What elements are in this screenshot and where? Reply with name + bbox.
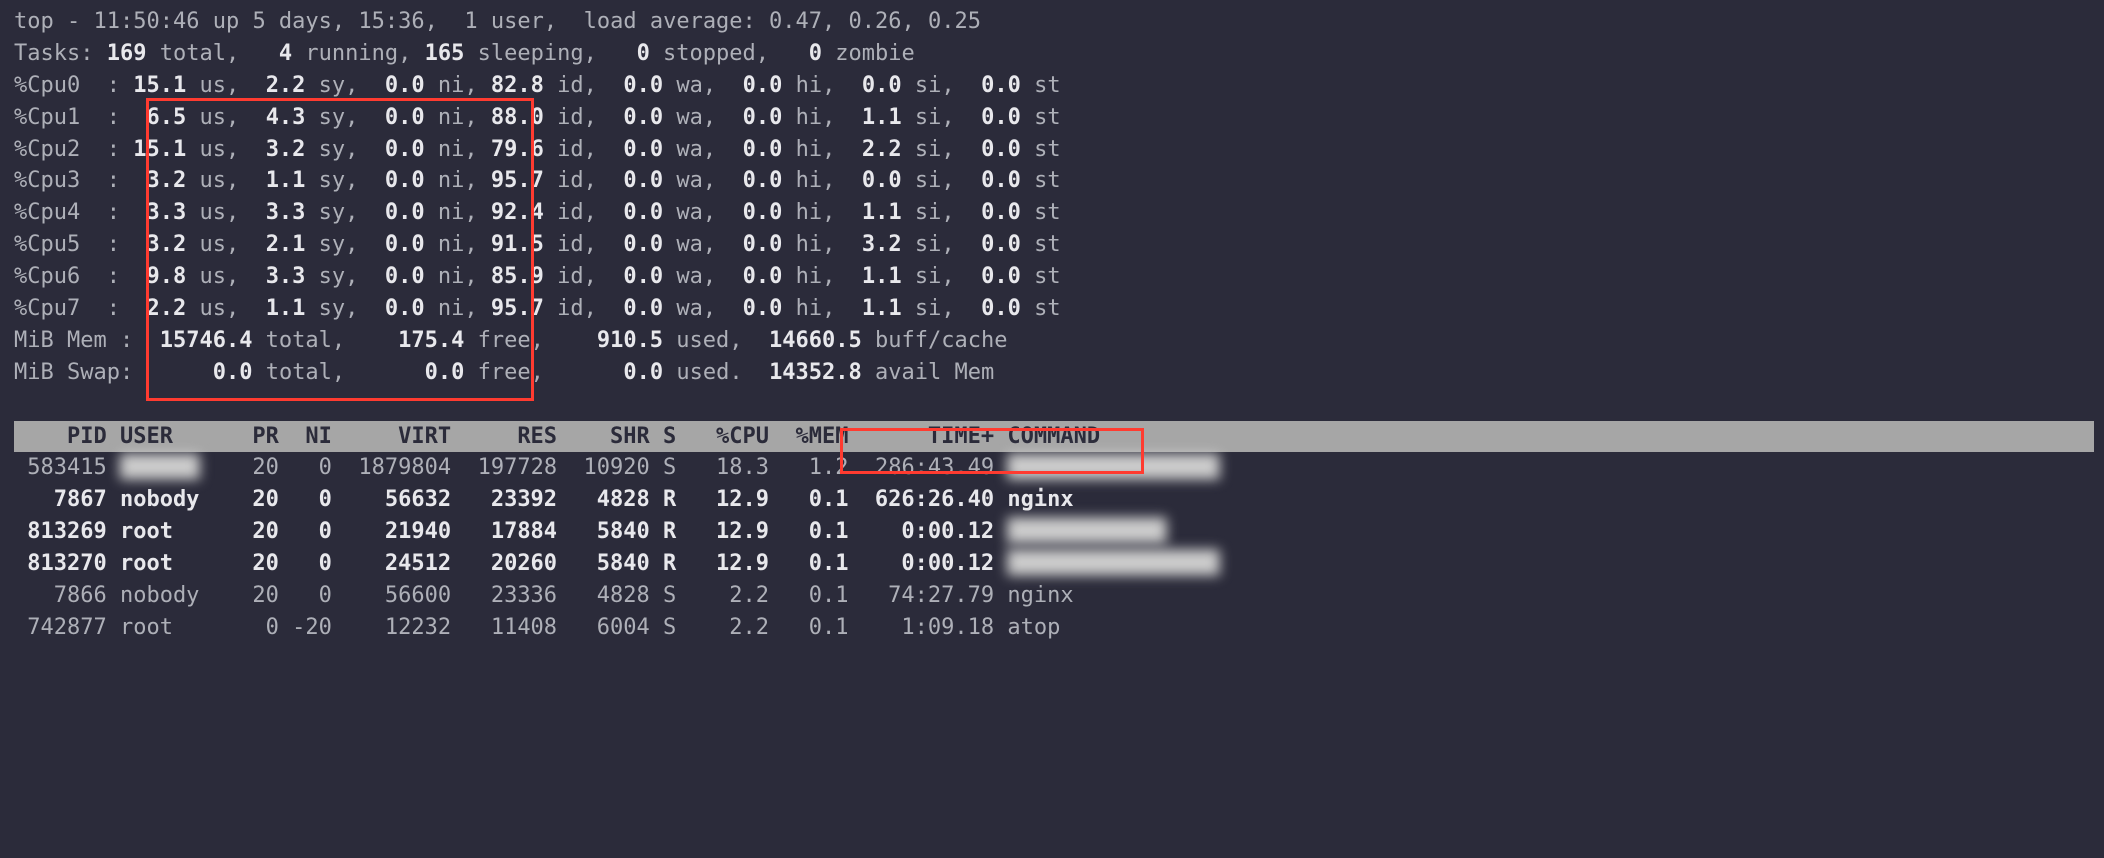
process-row: 813270 root 20 0 24512 20260 5840 R 12.9… xyxy=(14,548,2094,580)
cpu-line: %Cpu2 : 15.1 us, 3.2 sy, 0.0 ni, 79.6 id… xyxy=(14,134,2094,166)
blank-line xyxy=(14,389,2094,421)
mem-line: MiB Mem : 15746.4 total, 175.4 free, 910… xyxy=(14,325,2094,357)
cpu-line: %Cpu3 : 3.2 us, 1.1 sy, 0.0 ni, 95.7 id,… xyxy=(14,165,2094,197)
cpu-line: %Cpu0 : 15.1 us, 2.2 sy, 0.0 ni, 82.8 id… xyxy=(14,70,2094,102)
cpu-line: %Cpu1 : 6.5 us, 4.3 sy, 0.0 ni, 88.0 id,… xyxy=(14,102,2094,134)
process-row: 583415 ██████ 20 0 1879804 197728 10920 … xyxy=(14,452,2094,484)
tasks-line: Tasks: 169 total, 4 running, 165 sleepin… xyxy=(14,38,2094,70)
cpu-line: %Cpu5 : 3.2 us, 2.1 sy, 0.0 ni, 91.5 id,… xyxy=(14,229,2094,261)
process-row: 813269 root 20 0 21940 17884 5840 R 12.9… xyxy=(14,516,2094,548)
cpu-line: %Cpu4 : 3.3 us, 3.3 sy, 0.0 ni, 92.4 id,… xyxy=(14,197,2094,229)
process-row: 7867 nobody 20 0 56632 23392 4828 R 12.9… xyxy=(14,484,2094,516)
swap-line: MiB Swap: 0.0 total, 0.0 free, 0.0 used.… xyxy=(14,357,2094,389)
process-header: PID USER PR NI VIRT RES SHR S %CPU %MEM … xyxy=(14,421,2094,453)
process-row: 742877 root 0 -20 12232 11408 6004 S 2.2… xyxy=(14,612,2094,644)
cpu-lines: %Cpu0 : 15.1 us, 2.2 sy, 0.0 ni, 82.8 id… xyxy=(14,70,2094,325)
process-row: 7866 nobody 20 0 56600 23336 4828 S 2.2 … xyxy=(14,580,2094,612)
cpu-line: %Cpu7 : 2.2 us, 1.1 sy, 0.0 ni, 95.7 id,… xyxy=(14,293,2094,325)
summary-line: top - 11:50:46 up 5 days, 15:36, 1 user,… xyxy=(14,6,2094,38)
top-output: top - 11:50:46 up 5 days, 15:36, 1 user,… xyxy=(0,0,2104,644)
process-table: 583415 ██████ 20 0 1879804 197728 10920 … xyxy=(14,452,2094,643)
cpu-line: %Cpu6 : 9.8 us, 3.3 sy, 0.0 ni, 85.9 id,… xyxy=(14,261,2094,293)
